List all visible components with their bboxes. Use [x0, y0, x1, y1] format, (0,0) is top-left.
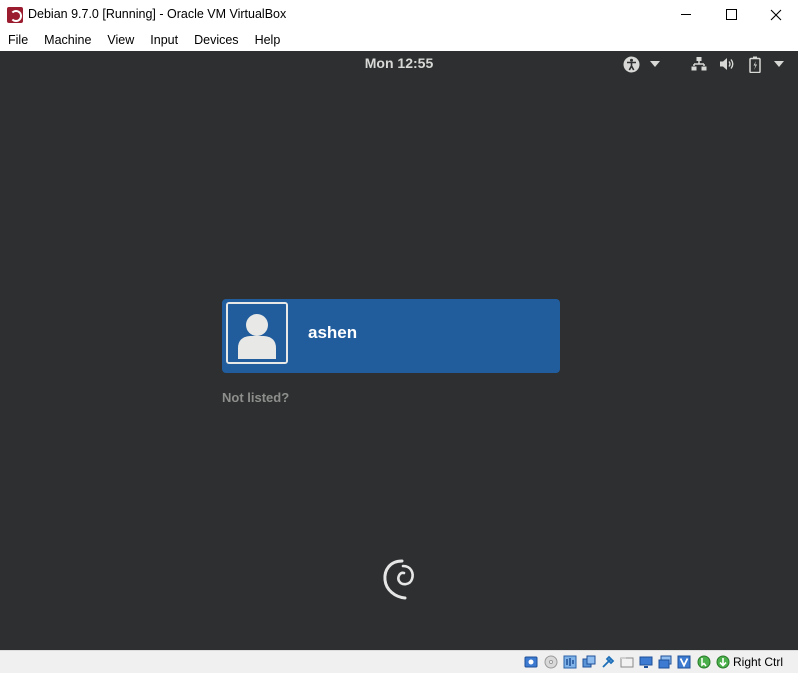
video-capture-icon[interactable]	[658, 655, 672, 669]
mouse-integration-icon[interactable]	[697, 655, 711, 669]
debian-logo	[383, 559, 414, 600]
usb-icon[interactable]	[601, 655, 615, 669]
close-icon	[770, 9, 782, 20]
menu-file[interactable]: File	[0, 29, 36, 51]
virtualbox-app-icon[interactable]	[7, 7, 23, 23]
maximize-icon	[725, 9, 737, 20]
menu-help[interactable]: Help	[247, 29, 289, 51]
username-label: ashen	[308, 323, 358, 342]
keyboard-capture-icon[interactable]	[716, 655, 730, 669]
minimize-button[interactable]	[663, 0, 709, 29]
network-icon[interactable]	[691, 56, 707, 72]
host-key-label: Right Ctrl	[733, 655, 784, 669]
battery-icon[interactable]	[749, 56, 761, 73]
gnome-top-bar: Mon 12:55	[0, 51, 798, 77]
accessibility-icon[interactable]	[623, 56, 640, 73]
chevron-down-icon[interactable]	[774, 61, 784, 67]
user-list-item[interactable]: ashen	[222, 299, 560, 373]
display-icon[interactable]	[639, 655, 653, 669]
not-listed-link[interactable]: Not listed?	[222, 390, 289, 405]
volume-icon[interactable]	[719, 56, 736, 72]
menu-machine[interactable]: Machine	[36, 29, 99, 51]
window-title: Debian 9.7.0 [Running] - Oracle VM Virtu…	[28, 7, 287, 21]
menu-view[interactable]: View	[99, 29, 142, 51]
avatar	[226, 302, 288, 364]
menu-bar: File Machine View Input Devices Help	[0, 29, 798, 51]
hard-disk-icon[interactable]	[524, 655, 538, 669]
user-avatar-icon	[228, 304, 286, 362]
menu-devices[interactable]: Devices	[186, 29, 246, 51]
optical-drive-icon[interactable]	[544, 655, 558, 669]
vm-display[interactable]: Mon 12:55 ashen Not listed?	[0, 51, 798, 650]
close-button[interactable]	[753, 0, 798, 29]
maximize-button[interactable]	[708, 0, 754, 29]
window-title-bar[interactable]: Debian 9.7.0 [Running] - Oracle VM Virtu…	[0, 0, 798, 29]
clock[interactable]: Mon 12:55	[0, 55, 798, 71]
vt-x-icon[interactable]	[677, 655, 691, 669]
status-bar: Right Ctrl	[0, 650, 798, 673]
menu-input[interactable]: Input	[142, 29, 186, 51]
chevron-down-icon[interactable]	[650, 61, 660, 67]
audio-icon[interactable]	[563, 655, 577, 669]
shared-folders-icon[interactable]	[620, 655, 634, 669]
minimize-icon	[681, 14, 691, 15]
network-adapter-icon[interactable]	[582, 655, 596, 669]
